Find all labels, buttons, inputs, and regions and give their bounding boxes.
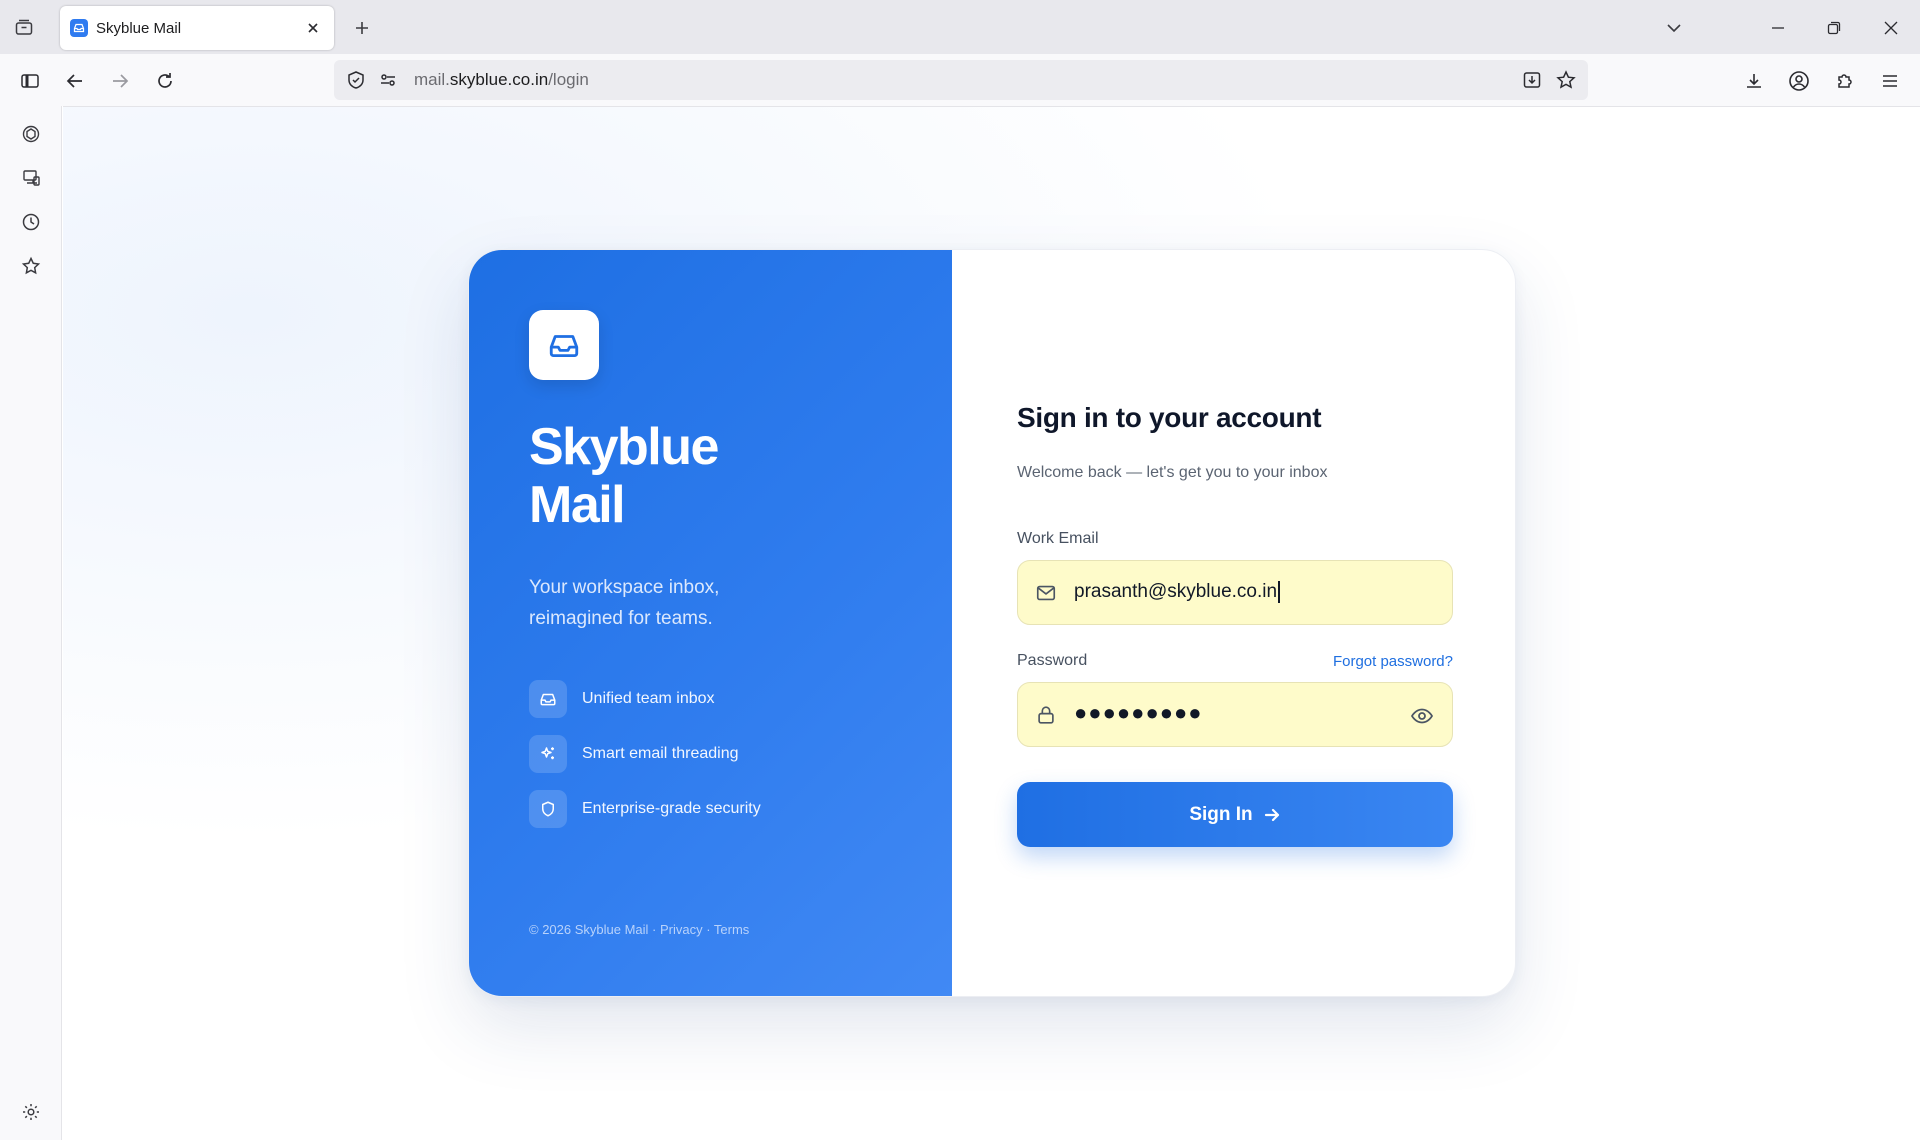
forward-arrow-icon[interactable] [105,66,135,96]
password-field[interactable]: ●●●●●●●●● [1017,682,1453,747]
window-close-icon[interactable] [1875,12,1907,44]
feature-item: Smart email threading [529,735,761,773]
feature-item: Unified team inbox [529,680,761,718]
login-page: Skyblue Mail Your workspace inbox, reima… [63,106,1920,1140]
skyblue-favicon-icon [70,19,88,37]
mail-icon [1034,581,1058,605]
downloads-icon[interactable] [1739,66,1769,96]
history-clock-icon[interactable] [17,208,45,236]
browser-tab-active[interactable]: Skyblue Mail [60,6,334,50]
tab-overflow-chevron-down-icon[interactable] [1658,12,1690,44]
sidebar-toggle-icon[interactable] [15,66,45,96]
address-bar[interactable]: mail.skyblue.co.in/login [334,60,1588,100]
email-value: prasanth@skyblue.co.in [1074,581,1281,603]
settings-gear-icon[interactable] [17,1098,45,1126]
save-to-pocket-icon[interactable] [1520,68,1544,92]
sparkles-icon [529,735,567,773]
app-menu-hamburger-icon[interactable] [1875,66,1905,96]
extensions-puzzle-icon[interactable] [1830,66,1860,96]
synced-tabs-icon[interactable] [17,164,45,192]
brand-panel: Skyblue Mail Your workspace inbox, reima… [469,250,952,996]
new-tab-plus-icon[interactable] [348,14,376,42]
bookmarks-star-icon[interactable] [17,252,45,280]
email-label: Work Email [1017,530,1099,547]
email-field[interactable]: prasanth@skyblue.co.in [1017,560,1453,625]
reload-icon[interactable] [150,66,180,96]
lock-icon [1034,703,1058,727]
sign-in-button-label: Sign In [1189,803,1253,825]
tab-list-icon[interactable] [10,14,38,42]
bookmark-star-icon[interactable] [1554,68,1578,92]
password-label: Password [1017,652,1088,669]
browser-navigation-bar: mail.skyblue.co.in/login [0,54,1920,106]
url-text: mail.skyblue.co.in/login [414,70,589,89]
browser-tab-bar: Skyblue Mail [0,0,1920,54]
inbox-icon [529,680,567,718]
copyright-footer: © 2026 Skyblue Mail · Privacy · Terms [529,922,750,937]
brand-name: Skyblue Mail [529,418,719,534]
form-subtitle: Welcome back — let's get you to your inb… [1017,464,1328,481]
feature-label: Smart email threading [582,745,739,762]
tab-title: Skyblue Mail [96,19,182,37]
feature-label: Enterprise-grade security [582,800,761,817]
show-password-eye-icon[interactable] [1408,702,1436,730]
password-masked-value: ●●●●●●●●● [1074,700,1203,725]
sign-in-form: Sign in to your account Welcome back — l… [952,250,1515,996]
back-arrow-icon[interactable] [60,66,90,96]
ai-chatbot-icon[interactable] [17,120,45,148]
skyblue-inbox-logo-icon [529,310,599,380]
browser-sidebar [0,106,62,1140]
feature-item: Enterprise-grade security [529,790,761,828]
feature-list: Unified team inbox Smart email threading… [529,680,761,845]
sign-in-button[interactable]: Sign In [1017,782,1453,847]
account-icon[interactable] [1784,66,1814,96]
arrow-right-icon [1263,806,1281,824]
tab-close-icon[interactable] [302,17,324,39]
window-minimize-icon[interactable] [1762,12,1794,44]
site-permissions-icon[interactable] [376,68,400,92]
forgot-password-link[interactable]: Forgot password? [1333,653,1453,670]
login-card: Skyblue Mail Your workspace inbox, reima… [468,249,1516,997]
window-restore-icon[interactable] [1818,12,1850,44]
tracking-protection-shield-icon[interactable] [344,68,368,92]
form-title: Sign in to your account [1017,402,1322,433]
brand-tagline: Your workspace inbox, reimagined for tea… [529,577,720,629]
feature-label: Unified team inbox [582,690,715,707]
shield-icon [529,790,567,828]
